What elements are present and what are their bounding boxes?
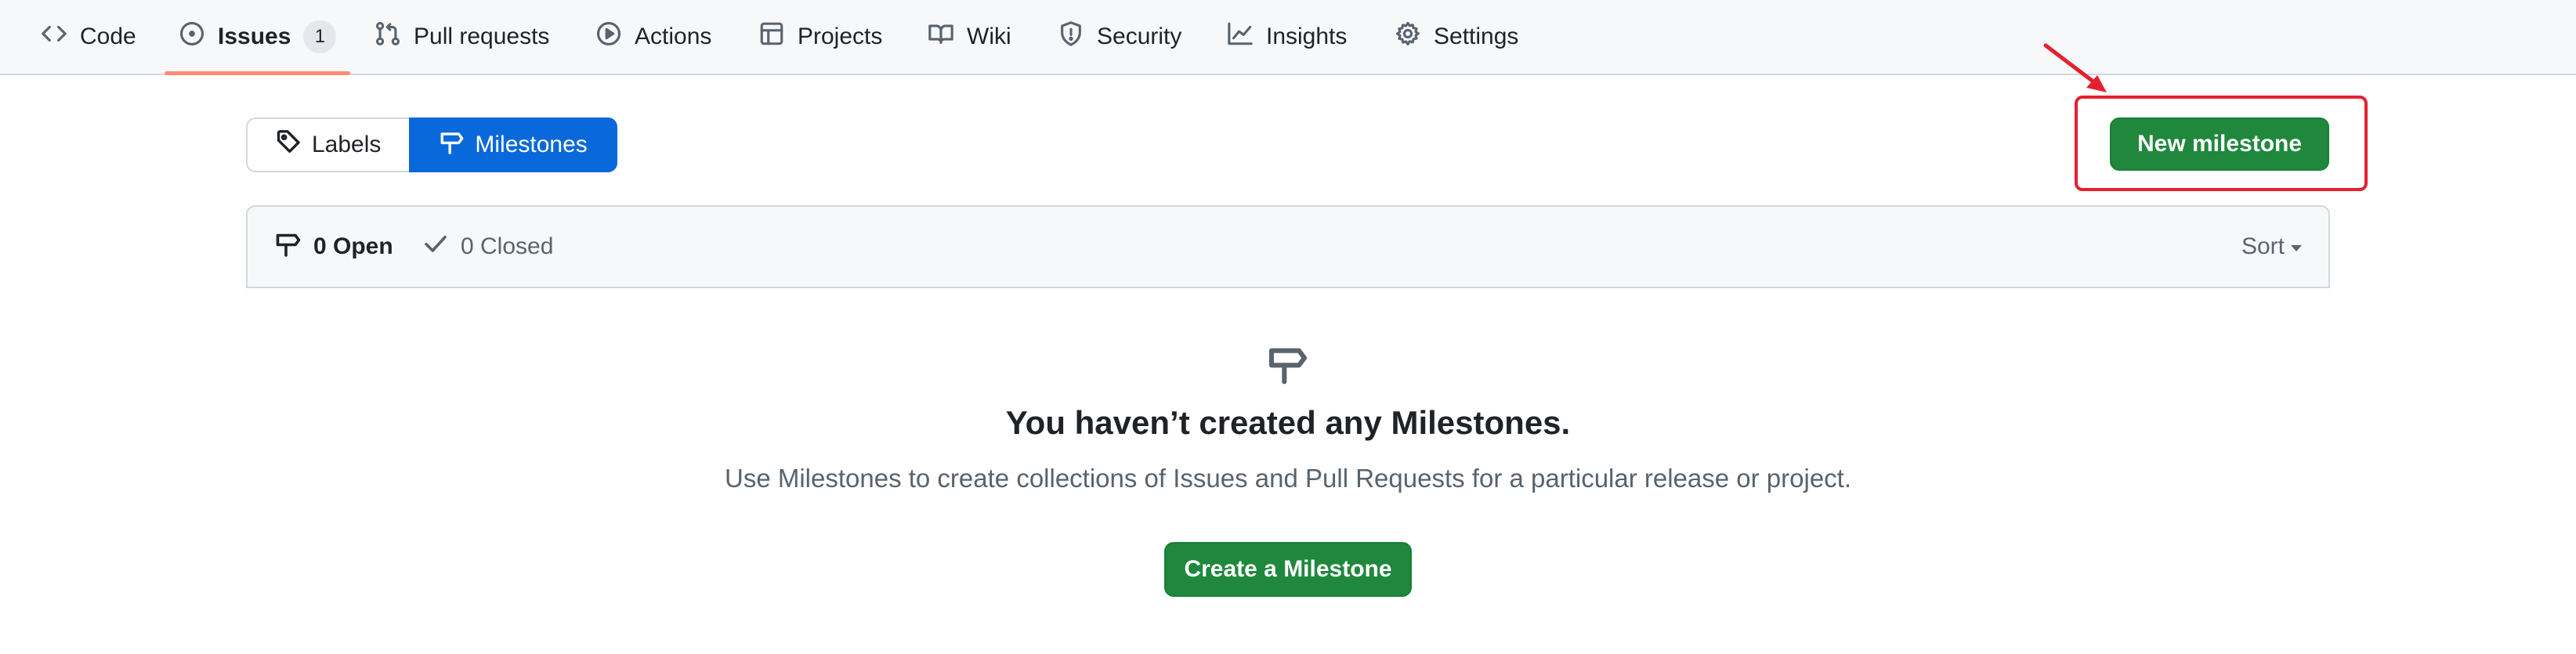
tab-code-label: Code bbox=[80, 23, 136, 49]
tab-actions-label: Actions bbox=[635, 23, 712, 49]
tab-issues-label: Issues bbox=[218, 23, 291, 49]
tab-projects[interactable]: Projects bbox=[758, 0, 882, 74]
create-milestone-button[interactable]: Create a Milestone bbox=[1164, 542, 1412, 597]
tab-insights-label: Insights bbox=[1266, 23, 1348, 49]
milestone-icon bbox=[274, 229, 302, 264]
labels-link-label: Labels bbox=[312, 132, 382, 157]
tab-settings-label: Settings bbox=[1434, 23, 1519, 49]
labels-link[interactable]: Labels bbox=[246, 117, 410, 172]
issues-counter: 1 bbox=[303, 20, 337, 53]
tab-security[interactable]: Security bbox=[1058, 0, 1181, 74]
open-count-label: 0 Open bbox=[313, 233, 393, 259]
tab-settings[interactable]: Settings bbox=[1395, 0, 1518, 74]
tab-pull-requests[interactable]: Pull requests bbox=[374, 0, 549, 74]
tab-code[interactable]: Code bbox=[41, 0, 136, 74]
caret-down-icon bbox=[2291, 245, 2302, 251]
milestones-list-header: 0 Open 0 Closed Sort bbox=[246, 205, 2330, 288]
tab-pull-requests-label: Pull requests bbox=[414, 23, 550, 49]
code-icon bbox=[41, 20, 67, 53]
milestone-icon bbox=[1266, 341, 1310, 385]
labels-milestones-subnav: Labels Milestones bbox=[246, 117, 617, 172]
shield-icon bbox=[1058, 20, 1084, 53]
new-milestone-button[interactable]: New milestone bbox=[2110, 117, 2329, 171]
annotation-arrow-icon bbox=[2043, 43, 2107, 92]
sort-dropdown[interactable]: Sort bbox=[2241, 207, 2302, 287]
repo-navigation: Code Issues 1 Pull requests Actions Proj… bbox=[0, 0, 2576, 75]
play-icon bbox=[595, 20, 622, 53]
gear-icon bbox=[1395, 20, 1421, 53]
closed-milestones-filter[interactable]: 0 Closed bbox=[421, 207, 553, 287]
tab-security-label: Security bbox=[1097, 23, 1182, 49]
milestones-link-label: Milestones bbox=[475, 132, 588, 157]
book-icon bbox=[928, 20, 954, 53]
blankslate-title: You haven’t created any Milestones. bbox=[1005, 404, 1571, 441]
issue-opened-icon bbox=[179, 20, 205, 53]
tab-projects-label: Projects bbox=[798, 23, 883, 49]
sort-label: Sort bbox=[2241, 233, 2285, 259]
tag-icon bbox=[276, 128, 302, 161]
milestones-link[interactable]: Milestones bbox=[409, 117, 617, 172]
closed-count-label: 0 Closed bbox=[461, 233, 554, 259]
tab-wiki[interactable]: Wiki bbox=[928, 0, 1011, 74]
tab-wiki-label: Wiki bbox=[967, 23, 1011, 49]
blankslate-description: Use Milestones to create collections of … bbox=[724, 464, 1852, 493]
tab-insights[interactable]: Insights bbox=[1227, 0, 1347, 74]
git-pull-request-icon bbox=[374, 20, 401, 53]
table-icon bbox=[758, 20, 785, 53]
graph-icon bbox=[1227, 20, 1254, 53]
tab-issues[interactable]: Issues 1 bbox=[164, 0, 351, 75]
open-milestones-filter[interactable]: 0 Open bbox=[274, 207, 393, 287]
milestone-icon bbox=[439, 128, 465, 161]
tab-actions[interactable]: Actions bbox=[595, 0, 711, 74]
check-icon bbox=[421, 229, 450, 264]
